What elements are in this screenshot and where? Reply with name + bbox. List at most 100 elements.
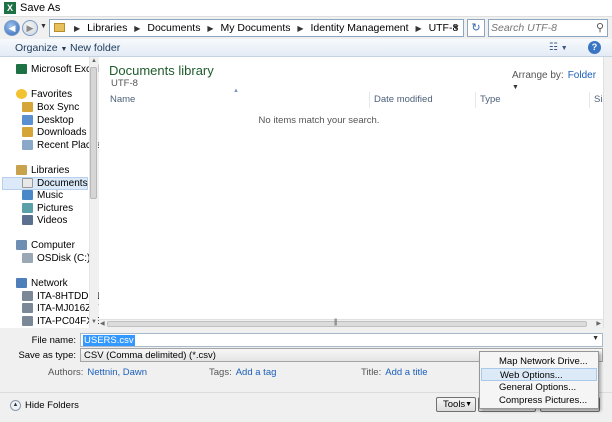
empty-message: No items match your search.	[258, 115, 380, 126]
nav-item-videos[interactable]: Videos	[22, 215, 67, 228]
nav-item-computer[interactable]: Computer	[16, 240, 75, 253]
chevron-right-icon[interactable]: ▶	[411, 24, 425, 33]
column-header-name[interactable]: Name	[106, 92, 370, 108]
search-box[interactable]: ⚲	[488, 19, 608, 37]
forward-button[interactable]: ▶	[22, 20, 38, 36]
arrange-by: Arrange by: Folder ▼	[512, 70, 603, 92]
hide-folders-label: Hide Folders	[25, 400, 79, 412]
nav-label: Computer	[31, 240, 75, 251]
organize-label: Organize	[15, 42, 58, 54]
nav-item-microsoft-excel[interactable]: Microsoft Excel	[16, 64, 99, 77]
authors-value[interactable]: Nettnin, Dawn	[87, 367, 147, 378]
address-bar[interactable]: ▶ Libraries ▶ Documents ▶ My Documents ▶…	[49, 19, 464, 37]
nav-label: OSDisk (C:)	[37, 253, 91, 264]
address-dropdown-icon[interactable]: ▼	[452, 23, 460, 32]
excel-app-icon: X	[4, 2, 16, 14]
file-name-value[interactable]: USERS.csv	[83, 335, 135, 346]
chevron-right-icon[interactable]: ▶	[203, 24, 217, 33]
nav-label: Videos	[37, 215, 68, 226]
scroll-up-icon[interactable]: ▲	[91, 58, 97, 64]
library-title: Documents library	[109, 63, 214, 78]
horizontal-scrollbar[interactable]: ◀ ||| ▶	[99, 319, 603, 328]
search-input[interactable]	[491, 21, 589, 35]
breadcrumb-documents[interactable]: Documents	[147, 22, 200, 34]
pictures-icon	[22, 203, 33, 214]
scrollbar-grip-icon: |||	[334, 319, 338, 326]
nav-label: Desktop	[37, 115, 74, 126]
title-value[interactable]: Add a title	[385, 367, 427, 378]
chevron-up-icon: ▲	[10, 400, 21, 411]
recent-pages-dropdown-icon[interactable]: ▼	[40, 23, 47, 30]
desktop-icon	[22, 115, 33, 126]
refresh-button[interactable]: ↻	[467, 19, 485, 37]
scroll-right-icon[interactable]: ▶	[596, 320, 601, 327]
nav-item-music[interactable]: Music	[22, 190, 63, 203]
network-icon	[16, 278, 27, 289]
nav-scrollbar-thumb[interactable]	[90, 67, 97, 199]
nav-label: Downloads	[37, 127, 87, 138]
help-icon[interactable]: ?	[588, 41, 601, 54]
authors-field: Authors: Nettnin, Dawn	[48, 367, 147, 378]
organize-button[interactable]: Organize ▼	[15, 42, 67, 54]
star-icon	[16, 89, 27, 100]
scroll-down-icon[interactable]: ▼	[91, 319, 97, 325]
computer-icon	[22, 291, 33, 302]
breadcrumb-identity-management[interactable]: Identity Management	[311, 22, 409, 34]
nav-label: Documents	[37, 178, 88, 189]
window-title: Save As	[20, 2, 61, 14]
hide-folders-button[interactable]: ▲ Hide Folders	[10, 400, 79, 411]
breadcrumb: ▶ Libraries ▶ Documents ▶ My Documents ▶…	[70, 22, 458, 34]
menu-item-compress-pictures[interactable]: Compress Pictures...	[481, 394, 597, 407]
vertical-scrollbar[interactable]	[603, 57, 612, 328]
menu-item-web-options[interactable]: Web Options...	[481, 368, 597, 381]
folder-icon	[54, 23, 65, 32]
tags-label: Tags:	[209, 367, 232, 378]
documents-icon	[22, 178, 33, 189]
nav-label: Libraries	[31, 165, 70, 176]
horizontal-scrollbar-thumb[interactable]	[107, 321, 587, 327]
column-header-size[interactable]: Size	[590, 92, 603, 108]
breadcrumb-my-documents[interactable]: My Documents	[220, 22, 290, 34]
file-name-input[interactable]: USERS.csv ▼	[80, 333, 603, 347]
computer-icon	[22, 316, 33, 327]
save-as-type-value: CSV (Comma delimited) (*.csv)	[84, 350, 216, 361]
search-icon[interactable]: ⚲	[596, 21, 604, 34]
file-name-label: File name:	[31, 335, 76, 346]
column-header-date-modified[interactable]: Date modified	[370, 92, 476, 108]
nav-item-network[interactable]: Network	[16, 278, 68, 291]
title-label: Title:	[361, 367, 382, 378]
nav-item-downloads[interactable]: Downloads	[22, 127, 86, 140]
menu-item-general-options[interactable]: General Options...	[481, 381, 597, 394]
chevron-down-icon[interactable]: ▼	[592, 335, 599, 342]
nav-label: Music	[37, 190, 64, 201]
tools-button[interactable]: Tools ▼	[436, 397, 476, 412]
nav-item-documents[interactable]: Documents	[2, 177, 88, 190]
nav-label: Pictures	[37, 203, 74, 214]
column-header-type[interactable]: Type	[476, 92, 590, 108]
tools-menu: Map Network Drive... Web Options... Gene…	[479, 351, 599, 409]
chevron-right-icon[interactable]: ▶	[293, 24, 307, 33]
arrange-by-label: Arrange by:	[512, 70, 564, 81]
new-folder-button[interactable]: New folder	[70, 42, 120, 54]
videos-icon	[22, 215, 33, 226]
arrange-by-value: Folder	[567, 70, 597, 81]
back-button[interactable]: ◀	[4, 20, 20, 36]
breadcrumb-libraries[interactable]: Libraries	[87, 22, 127, 34]
file-list-pane: Documents library UTF-8 Arrange by: Folde…	[99, 57, 603, 319]
libraries-icon	[16, 165, 27, 176]
computer-icon	[16, 240, 27, 251]
menu-item-map-network-drive[interactable]: Map Network Drive...	[481, 355, 597, 368]
scroll-left-icon[interactable]: ◀	[100, 320, 105, 327]
nav-item-osdisk[interactable]: OSDisk (C:)	[22, 253, 90, 266]
change-view-icon[interactable]: ☷ ▼	[549, 42, 568, 53]
tags-value[interactable]: Add a tag	[236, 367, 277, 378]
disk-drive-icon	[22, 253, 33, 264]
folder-icon	[22, 102, 33, 113]
nav-item-favorites[interactable]: Favorites	[16, 89, 72, 102]
chevron-right-icon[interactable]: ▶	[130, 24, 144, 33]
nav-item-box-sync[interactable]: Box Sync	[22, 102, 79, 115]
nav-label: Network	[31, 278, 68, 289]
authors-label: Authors:	[48, 367, 84, 378]
nav-label: Favorites	[31, 89, 73, 100]
chevron-right-icon[interactable]: ▶	[70, 24, 84, 33]
